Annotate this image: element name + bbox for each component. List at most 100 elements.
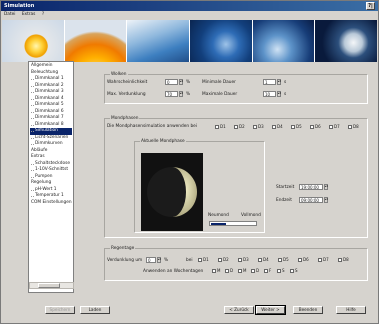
mond-channel-checkbox[interactable]: D1: [215, 124, 226, 129]
checkbox-box[interactable]: [290, 269, 294, 273]
max-dauer-input[interactable]: 10: [263, 91, 276, 97]
weekday-label: D: [256, 268, 260, 273]
checkbox-box[interactable]: [238, 269, 242, 273]
regen-channel-label: D6: [303, 257, 309, 262]
laden-button[interactable]: Laden: [80, 306, 110, 314]
beenden-button[interactable]: Beenden: [293, 306, 323, 314]
checkbox-box[interactable]: [253, 125, 257, 129]
weekday-label: D: [230, 268, 234, 273]
mond-channel-checkbox[interactable]: D4: [272, 124, 283, 129]
checkbox-box[interactable]: [258, 258, 262, 262]
menu-help[interactable]: ?: [42, 12, 44, 17]
mond-channel-checkbox[interactable]: D8: [348, 124, 359, 129]
regen-channel-label: D5: [283, 257, 289, 262]
zurueck-button[interactable]: < Zurück: [224, 306, 254, 314]
regen-channel-checkbox[interactable]: D8: [338, 257, 349, 262]
regen-verdunklung-input[interactable]: 0: [146, 257, 156, 263]
checkbox-box[interactable]: [298, 258, 302, 262]
weekday-label: S: [282, 268, 285, 273]
weiter-button[interactable]: Weiter >: [255, 305, 286, 315]
checkbox-box[interactable]: [291, 125, 295, 129]
verdunklung-spinner[interactable]: ▴▾: [179, 91, 183, 97]
tree-item[interactable]: COM Einstellungen: [30, 200, 72, 207]
regen-channel-label: D8: [343, 257, 349, 262]
checkbox-box[interactable]: [310, 125, 314, 129]
sunset-image: [64, 20, 128, 62]
max-dauer-spinner[interactable]: ▴▾: [277, 91, 281, 97]
checkbox-box[interactable]: [264, 269, 268, 273]
moon-icon: [147, 167, 197, 217]
storm-image: [252, 20, 316, 62]
startzeit-input[interactable]: 19:00:00: [299, 184, 323, 190]
checkbox-box[interactable]: [338, 258, 342, 262]
vollmond-label: Vollmond: [241, 213, 261, 218]
simulation-window: Simulation ?| Datei Extras ? Allgemein Be…: [0, 0, 379, 324]
checkbox-box[interactable]: [234, 125, 238, 129]
menu-datei[interactable]: Datei: [4, 12, 15, 17]
regen-channel-checkbox[interactable]: D6: [298, 257, 309, 262]
wahrscheinlichkeit-spinner[interactable]: ▴▾: [179, 79, 183, 85]
moon-phase-progress-fill: [211, 223, 227, 225]
regen-channel-label: D1: [203, 257, 209, 262]
regen-verdunklung-spinner[interactable]: ▴▾: [157, 257, 161, 263]
wolken-group: Wolken: [104, 72, 368, 104]
weekday-checkbox[interactable]: M: [238, 268, 246, 273]
weekday-checkbox[interactable]: F: [264, 268, 271, 273]
mond-channel-checkbox[interactable]: D2: [234, 124, 245, 129]
regen-channel-checkbox[interactable]: D2: [218, 257, 229, 262]
checkbox-box[interactable]: [272, 125, 276, 129]
mond-channel-checkbox[interactable]: D3: [253, 124, 264, 129]
regen-channel-checkbox[interactable]: D4: [258, 257, 269, 262]
regen-channel-checkbox[interactable]: D5: [278, 257, 289, 262]
endzeit-spinner[interactable]: ▴▾: [324, 197, 328, 203]
min-dauer-spinner[interactable]: ▴▾: [277, 79, 281, 85]
regen-channel-checkbox[interactable]: D3: [238, 257, 249, 262]
mondphasen-caption: Mondphasen: [110, 116, 140, 121]
navigation-tree[interactable]: Allgemein Beleuchtung Dimmkanal 1 Dimmkanal…: [28, 61, 74, 293]
scrollbar-thumb[interactable]: [38, 283, 60, 288]
mond-channel-checkbox[interactable]: D5: [291, 124, 302, 129]
checkbox-box[interactable]: [215, 125, 219, 129]
regen-channel-checkbox[interactable]: D1: [198, 257, 209, 262]
verdunklung-input[interactable]: 70: [165, 91, 178, 97]
regen-channel-checkbox[interactable]: D7: [318, 257, 329, 262]
moon-phase-progress: [209, 221, 257, 226]
checkbox-box[interactable]: [198, 258, 202, 262]
moon-phase-display: [141, 153, 203, 231]
checkbox-box[interactable]: [278, 258, 282, 262]
mond-channel-label: D6: [315, 124, 321, 129]
wahrscheinlichkeit-input[interactable]: 0: [165, 79, 178, 85]
tree-horizontal-scrollbar[interactable]: [29, 282, 74, 289]
mond-channel-checkbox[interactable]: D6: [310, 124, 321, 129]
endzeit-label: Endzeit: [276, 198, 292, 203]
checkbox-box[interactable]: [218, 258, 222, 262]
mond-channel-checkbox[interactable]: D7: [329, 124, 340, 129]
checkbox-box[interactable]: [212, 269, 216, 273]
help-button[interactable]: ?|: [366, 2, 375, 10]
weekday-label: M: [217, 268, 221, 273]
checkbox-box[interactable]: [348, 125, 352, 129]
startzeit-spinner[interactable]: ▴▾: [324, 184, 328, 190]
weekday-checkbox[interactable]: D: [225, 268, 233, 273]
hilfe-button[interactable]: Hilfe: [336, 306, 366, 314]
mond-channel-label: D3: [258, 124, 264, 129]
regen-verdunklung-label: Verdunklung um: [107, 258, 143, 263]
checkbox-box[interactable]: [251, 269, 255, 273]
checkbox-box[interactable]: [277, 269, 281, 273]
weekday-checkbox[interactable]: S: [277, 268, 285, 273]
checkbox-box[interactable]: [225, 269, 229, 273]
percent-label: %: [186, 80, 191, 85]
min-dauer-input[interactable]: 1: [263, 79, 276, 85]
weather-banner: [2, 20, 378, 62]
weekday-checkbox[interactable]: M: [212, 268, 220, 273]
checkbox-box[interactable]: [318, 258, 322, 262]
endzeit-input[interactable]: 09:00:00: [299, 197, 323, 203]
weekday-checkbox[interactable]: D: [251, 268, 259, 273]
weekday-checkbox[interactable]: S: [290, 268, 298, 273]
checkbox-box[interactable]: [329, 125, 333, 129]
speichern-button[interactable]: Speichern: [45, 306, 75, 314]
checkbox-box[interactable]: [238, 258, 242, 262]
window-title: Simulation: [4, 3, 35, 9]
menu-extras[interactable]: Extras: [22, 12, 36, 17]
sunrise-image: [2, 20, 65, 62]
